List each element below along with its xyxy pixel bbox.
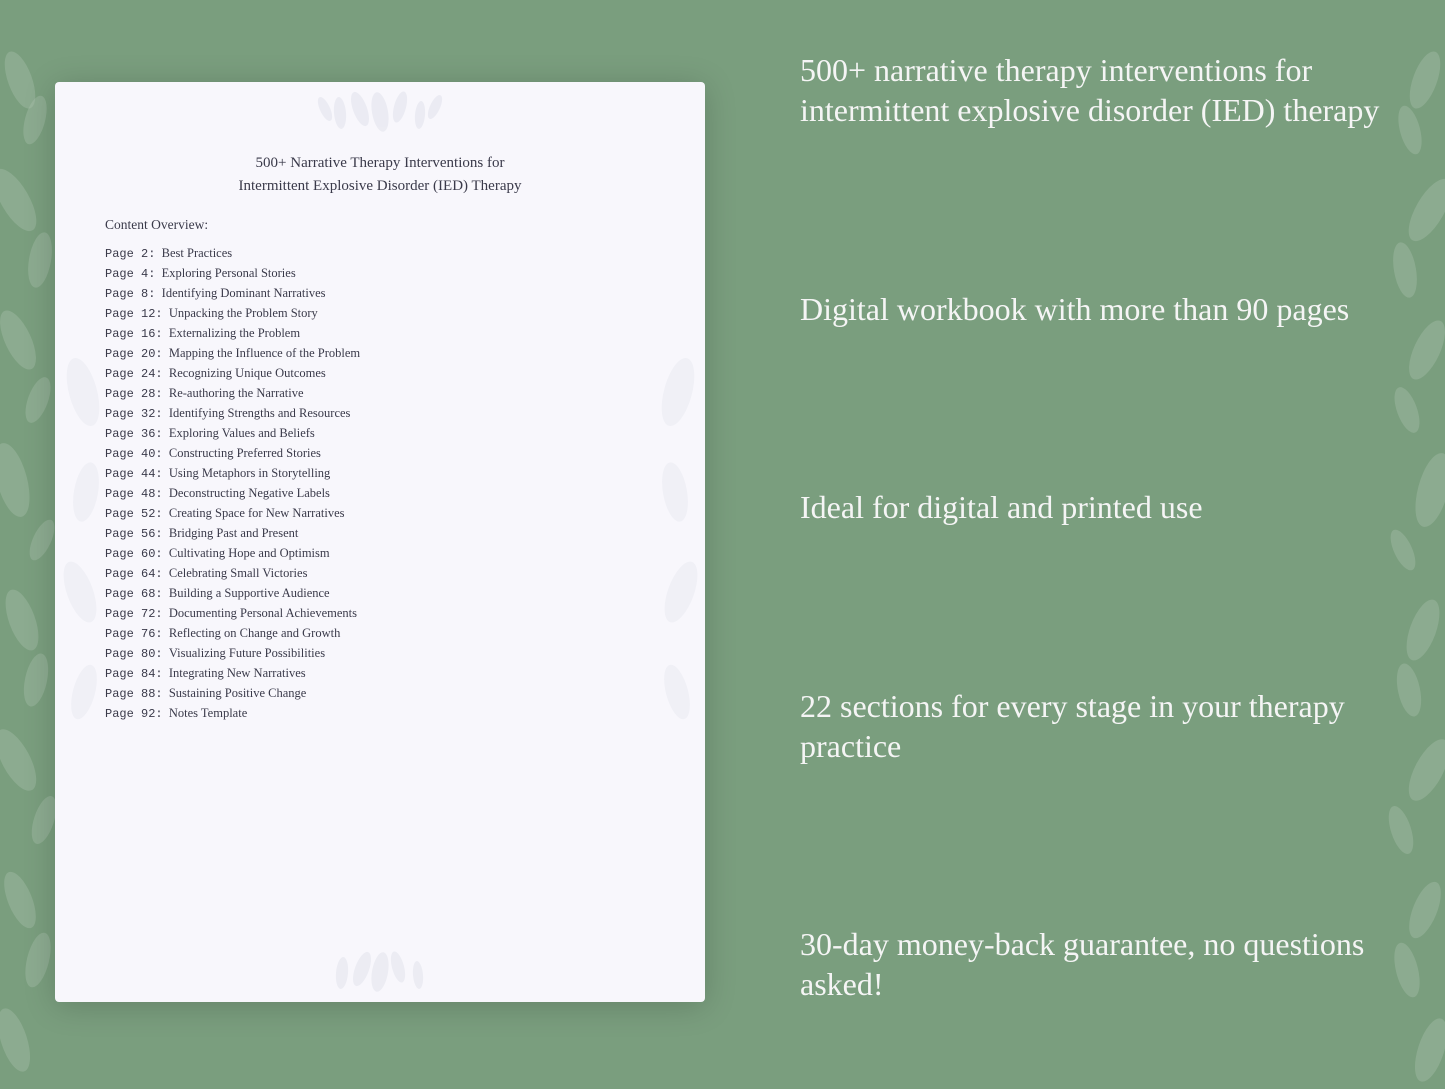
feature-text-4: 30-day money-back guarantee, no question… (800, 924, 1385, 1004)
toc-item: Page 76: Reflecting on Change and Growth (105, 623, 655, 643)
toc-item: Page 92: Notes Template (105, 703, 655, 723)
table-of-contents: Page 2: Best PracticesPage 4: Exploring … (105, 243, 655, 723)
toc-item: Page 52: Creating Space for New Narrativ… (105, 503, 655, 523)
toc-item: Page 68: Building a Supportive Audience (105, 583, 655, 603)
toc-item: Page 32: Identifying Strengths and Resou… (105, 403, 655, 423)
toc-item: Page 12: Unpacking the Problem Story (105, 303, 655, 323)
right-panel: 500+ narrative therapy interventions for… (760, 0, 1445, 1084)
toc-item: Page 56: Bridging Past and Present (105, 523, 655, 543)
toc-item: Page 80: Visualizing Future Possibilitie… (105, 643, 655, 663)
toc-item: Page 2: Best Practices (105, 243, 655, 263)
doc-right-decoration (650, 142, 705, 942)
toc-item: Page 48: Deconstructing Negative Labels (105, 483, 655, 503)
document-card: 500+ Narrative Therapy Interventions for… (55, 82, 705, 1002)
feature-text-3: 22 sections for every stage in your ther… (800, 686, 1385, 766)
left-panel: 500+ Narrative Therapy Interventions for… (0, 0, 760, 1084)
toc-item: Page 40: Constructing Preferred Stories (105, 443, 655, 463)
doc-top-decoration (55, 82, 705, 142)
toc-item: Page 64: Celebrating Small Victories (105, 563, 655, 583)
feature-text-0: 500+ narrative therapy interventions for… (800, 50, 1385, 130)
feature-text-1: Digital workbook with more than 90 pages (800, 289, 1385, 329)
toc-item: Page 72: Documenting Personal Achievemen… (105, 603, 655, 623)
toc-item: Page 36: Exploring Values and Beliefs (105, 423, 655, 443)
toc-item: Page 24: Recognizing Unique Outcomes (105, 363, 655, 383)
toc-item: Page 8: Identifying Dominant Narratives (105, 283, 655, 303)
doc-left-decoration (55, 142, 110, 942)
feature-text-2: Ideal for digital and printed use (800, 487, 1385, 527)
toc-item: Page 88: Sustaining Positive Change (105, 683, 655, 703)
toc-item: Page 84: Integrating New Narratives (105, 663, 655, 683)
doc-bottom-decoration (55, 942, 705, 1002)
content-overview-label: Content Overview: (105, 217, 655, 233)
toc-item: Page 44: Using Metaphors in Storytelling (105, 463, 655, 483)
toc-item: Page 60: Cultivating Hope and Optimism (105, 543, 655, 563)
toc-item: Page 16: Externalizing the Problem (105, 323, 655, 343)
document-title: 500+ Narrative Therapy Interventions for… (105, 152, 655, 197)
toc-item: Page 4: Exploring Personal Stories (105, 263, 655, 283)
toc-item: Page 28: Re-authoring the Narrative (105, 383, 655, 403)
toc-item: Page 20: Mapping the Influence of the Pr… (105, 343, 655, 363)
